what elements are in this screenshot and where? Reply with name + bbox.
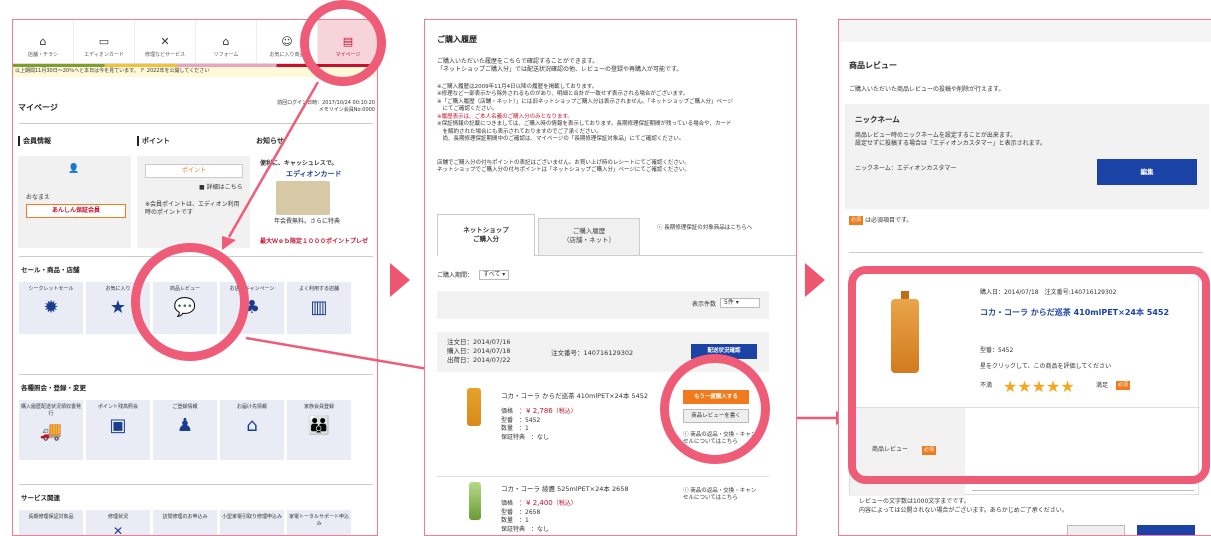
note-line: 尚、長期修理保証期間中のご確認は、マイページの「長期修理保証対象品」にてご確認く… — [437, 135, 685, 142]
nickname-value: ニックネーム：エディオンカスタマー — [855, 165, 957, 172]
price-label: 価格 — [501, 408, 514, 415]
notes2: 店舗でご購入分の付与ポイントの表記はございません。お買い上げ時のレシートにてご確… — [437, 160, 792, 175]
nickname-desc: 商品レビュー時のニックネームを設定することが出来ます。 設定せずに投稿する場合は… — [855, 132, 1046, 148]
intro-text: ご購入いただいた商品レビューの投稿や削除が行えます。 — [849, 86, 1005, 93]
edit-nickname-button[interactable]: 編集 — [1097, 159, 1197, 185]
warranty: ：なし — [531, 434, 550, 442]
price: ：¥ 2,400 — [519, 499, 553, 507]
quantity: ：1 — [519, 517, 529, 525]
note-line: ※履歴表示は、ご本人名義のご購入分のみとなります。 — [437, 113, 573, 120]
product-image — [467, 388, 481, 426]
notes-list: ※ご購入履歴は2009年11月4日以降の履歴を掲載しております。 ※修理など一部… — [437, 84, 792, 143]
order-date: 注文日：2014/07/16 — [447, 338, 511, 346]
purchase-history-panel: ご購入履歴 ご購入いただいた履歴をこちらで確認することができます。 「ネットショ… — [424, 19, 797, 536]
tab-label: （店舗・ネット） — [563, 236, 615, 245]
code-label: 型番 — [501, 508, 514, 516]
purchase-date: 購入日：2014/07/18 — [447, 347, 511, 356]
list-controls: 表示件数 5件 ▾ — [437, 291, 769, 319]
warranty-label: 保証特典 — [501, 434, 526, 442]
required-note: は必須項目です。 — [865, 217, 913, 224]
return-policy-link[interactable]: ⓘ 商品の返品・交換・キャンセルについてはこちら — [683, 488, 757, 503]
tab-label: ご購入履歴 — [572, 227, 606, 235]
tax-label: （税込） — [552, 500, 577, 507]
per-page-value: 5件 — [724, 299, 734, 306]
code-label: 型番 — [501, 416, 514, 424]
back-button[interactable] — [1067, 525, 1125, 535]
qty-label: 数量 — [501, 425, 514, 433]
model-code: ：2658 — [519, 508, 541, 516]
note-line: ※修理など一部表示から除外されるものがあり、明細と合計が一致せず表示される場合が… — [437, 91, 689, 98]
period-select[interactable]: すべて ▾ — [479, 270, 510, 281]
nickname-title: ニックネーム — [855, 115, 900, 124]
ship-date: 出荷日：2014/07/22 — [447, 356, 511, 365]
price-label: 価格 — [501, 500, 514, 507]
note-line: ※保証情報の記載につきましては、ご購入時の情報を表示しております。長期修理保証期… — [437, 121, 732, 128]
intro-line: ご購入いただいた履歴をこちらで確認することができます。 — [437, 58, 599, 65]
per-page-select[interactable]: 5件 ▾ — [720, 298, 760, 309]
qty-label: 数量 — [501, 517, 514, 525]
per-page-label: 表示件数 — [692, 301, 717, 308]
warranty-label: 保証特典 — [501, 526, 526, 534]
note-line: ネットショップでご購入分の付与ポイントは「ネットショップご購入分」ページにてご確… — [437, 167, 690, 174]
model-code: ：5452 — [519, 416, 541, 424]
tax-label: （税込） — [552, 408, 577, 415]
order-number: 注文番号：140716129302 — [551, 349, 634, 357]
required-badge: 必須 — [849, 216, 863, 225]
product-image — [469, 482, 481, 520]
nickname-desc-line: 設定せずに投稿する場合は「エディオンカスタマー」と表示されます。 — [855, 140, 1046, 148]
moderation-note: 内容によっては公開されない場合がございます。あらかじめご了承ください。 — [859, 507, 1068, 514]
intro-line: 「ネットショップご購入分」では配送状況確認の他、レビューの登録や再購入が可能です… — [437, 66, 683, 74]
nickname-desc-line: 商品レビュー時のニックネームを設定することが出来ます。 — [855, 132, 1017, 139]
page-title: ご購入履歴 — [437, 35, 477, 44]
note-line: にてご確認ください。 — [437, 106, 498, 113]
order-dates: 注文日：2014/07/16 購入日：2014/07/18 出荷日：2014/0… — [447, 338, 510, 365]
page-title: 商品レビュー — [849, 61, 897, 70]
period-value: すべて — [483, 271, 501, 278]
highlight-box-review-form — [848, 266, 1210, 484]
highlight-ring-review-button — [660, 354, 770, 464]
intro-text: ご購入いただいた履歴をこちらで確認することができます。 「ネットショップご購入分… — [437, 58, 792, 74]
price: ：¥ 2,786 — [519, 407, 553, 415]
tab-netshop[interactable]: ネットショップ ご購入分 — [437, 214, 535, 256]
product-name[interactable]: コカ・コーラ からだ巡茶 410mlPET×24本 5452 — [501, 390, 648, 400]
tab-label: ご購入分 — [473, 235, 499, 244]
length-note: レビューの文字数は1000文字までです。 — [859, 498, 970, 505]
note-line: を解約された場合にも表示されておりますのでご了承ください。 — [437, 128, 602, 135]
tab-label: ネットショップ — [463, 226, 509, 234]
warranty: ：なし — [531, 526, 550, 534]
flow-arrow-2 — [805, 263, 825, 297]
long-warranty-link[interactable]: ⓘ 長期修理保証の対象商品はこちらへ — [657, 225, 752, 232]
tab-store-net[interactable]: ご購入履歴 （店舗・ネット） — [538, 218, 640, 256]
product-details: 価格 ：¥ 2,786（税込） 型番 ：5452 数量 ：1 保証特典 ：なし — [501, 406, 577, 443]
product-name[interactable]: コカ・コーラ 綾鷹 525mlPET×24本 2658 — [501, 483, 629, 493]
product-details: 価格 ：¥ 2,400（税込） 型番 ：2658 数量 ：1 保証特典 ：なし — [501, 498, 577, 535]
flow-arrow-1 — [390, 263, 410, 297]
nickname-box: ニックネーム 商品レビュー時のニックネームを設定することが出来ます。 設定せずに… — [845, 104, 1209, 209]
submit-button[interactable] — [1137, 525, 1195, 535]
quantity: ：1 — [519, 425, 529, 433]
period-label: ご購入期間： — [437, 272, 474, 279]
